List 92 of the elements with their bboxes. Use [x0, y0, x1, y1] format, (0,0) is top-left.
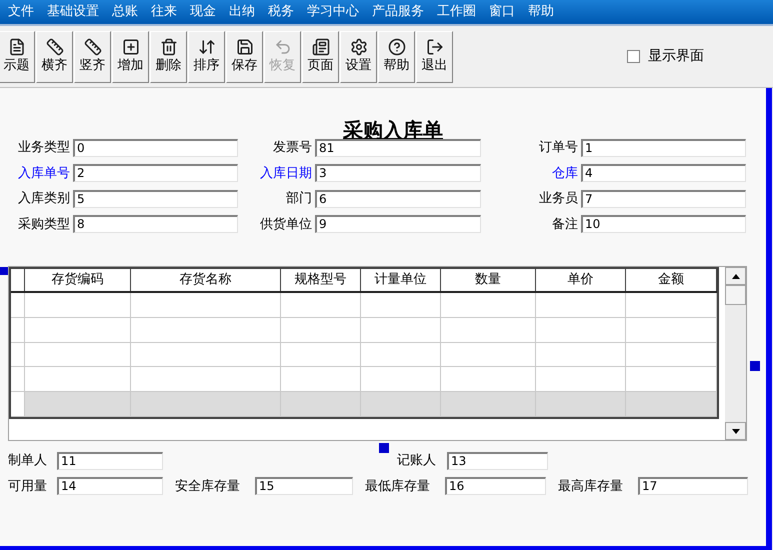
toolbar-button[interactable]: 竖齐: [74, 30, 111, 82]
field-label: 最低库存量: [365, 478, 431, 496]
toolbar-button[interactable]: 保存: [226, 30, 263, 82]
input-field[interactable]: 14: [57, 477, 163, 496]
input-field[interactable]: 17: [638, 477, 748, 496]
menu-item[interactable]: 出纳: [229, 2, 255, 22]
menu-item[interactable]: 工作圈: [437, 2, 476, 22]
column-header: 存货编码: [25, 269, 131, 291]
save-icon: [236, 38, 254, 56]
input-field[interactable]: 81: [315, 138, 481, 157]
field-label: 备注: [551, 216, 579, 234]
field-label: 记账人: [397, 452, 437, 470]
input-field[interactable]: 5: [73, 190, 238, 208]
field-label: 采购类型: [17, 216, 71, 234]
trash-icon: [160, 38, 178, 56]
menu-item[interactable]: 总账: [112, 2, 138, 22]
input-field[interactable]: 16: [445, 477, 546, 496]
menu-item[interactable]: 基础设置: [47, 2, 99, 22]
table-row[interactable]: [11, 392, 717, 417]
toolbar-button[interactable]: 排序: [188, 30, 225, 82]
column-header: 金额: [626, 269, 717, 291]
field-label: 业务员: [538, 190, 579, 208]
toolbar-button[interactable]: 删除: [150, 30, 187, 82]
menu-item[interactable]: 现金: [190, 2, 216, 22]
field-label: 供货单位: [259, 216, 313, 234]
field-label: 业务类型: [17, 139, 71, 157]
toolbar-button[interactable]: 帮助: [378, 30, 415, 82]
column-header: 单价: [536, 269, 626, 291]
menu-item[interactable]: 产品服务: [372, 2, 424, 22]
field-label: 制单人: [8, 452, 48, 470]
input-field[interactable]: 7: [581, 190, 746, 208]
input-field[interactable]: 1: [581, 138, 746, 157]
field-label: 部门: [285, 190, 313, 208]
column-header: 计量单位: [361, 269, 441, 291]
input-field[interactable]: 4: [581, 164, 746, 182]
table-row[interactable]: [11, 318, 717, 343]
page-icon: [312, 38, 330, 56]
selection-handle: [379, 443, 389, 453]
toolbar-button[interactable]: 退出: [416, 30, 453, 82]
menu-item[interactable]: 窗口: [489, 2, 515, 22]
help-icon: [388, 38, 406, 56]
toolbar-button[interactable]: 横齐: [36, 30, 73, 82]
field-label: 入库类别: [17, 190, 71, 208]
input-field[interactable]: 6: [315, 190, 481, 208]
table-row[interactable]: [11, 342, 717, 368]
input-field[interactable]: 2: [73, 164, 238, 182]
input-field[interactable]: 8: [73, 215, 238, 234]
add-icon: [122, 38, 140, 56]
menu-item[interactable]: 文件: [8, 2, 34, 22]
scroll-down-icon[interactable]: [725, 422, 746, 440]
toolbar-button[interactable]: 示题: [0, 30, 35, 82]
column-header: 存货名称: [131, 269, 281, 291]
toolbar-button[interactable]: 页面: [302, 30, 339, 82]
menu-item[interactable]: 税务: [268, 2, 294, 22]
input-field[interactable]: 11: [57, 452, 163, 470]
selection-handle: [750, 361, 760, 371]
menu-item[interactable]: 往来: [151, 2, 177, 22]
ruler-icon: [46, 38, 64, 56]
input-field[interactable]: 10: [581, 215, 746, 234]
field-label: 发票号: [272, 139, 313, 157]
field-label: 可用量: [8, 478, 48, 496]
checkbox[interactable]: [627, 50, 640, 63]
field-label: 订单号: [538, 139, 579, 157]
input-field[interactable]: 3: [315, 164, 481, 182]
scroll-thumb[interactable]: [725, 285, 746, 305]
ruler-icon: [84, 38, 102, 56]
field-label: 仓库: [551, 164, 579, 182]
toolbar-button[interactable]: 增加: [112, 30, 149, 82]
settings-icon: [350, 38, 368, 56]
table-row[interactable]: [11, 367, 717, 392]
scroll-up-icon[interactable]: [725, 267, 746, 285]
field-label: 入库日期: [259, 164, 313, 182]
field-label: 最高库存量: [558, 478, 624, 496]
document-icon: [8, 38, 26, 56]
exit-icon: [426, 38, 444, 56]
undo-icon: [274, 38, 292, 56]
menu-item[interactable]: 学习中心: [307, 2, 359, 22]
field-label: 入库单号: [17, 164, 71, 182]
scrollbar[interactable]: [725, 267, 746, 440]
field-label: 安全库存量: [175, 478, 241, 496]
input-field[interactable]: 0: [73, 138, 238, 157]
menu-item[interactable]: 帮助: [528, 2, 554, 22]
input-field[interactable]: 13: [447, 452, 548, 470]
toolbar-button[interactable]: 设置: [340, 30, 377, 82]
selection-handle: [0, 267, 8, 275]
table-row[interactable]: [11, 293, 717, 318]
column-header: 数量: [441, 269, 536, 291]
sort-icon: [198, 38, 216, 56]
input-field[interactable]: 15: [255, 477, 353, 496]
input-field[interactable]: 9: [315, 215, 481, 234]
column-header: 规格型号: [281, 269, 361, 291]
checkbox-label: 显示界面: [648, 47, 704, 66]
